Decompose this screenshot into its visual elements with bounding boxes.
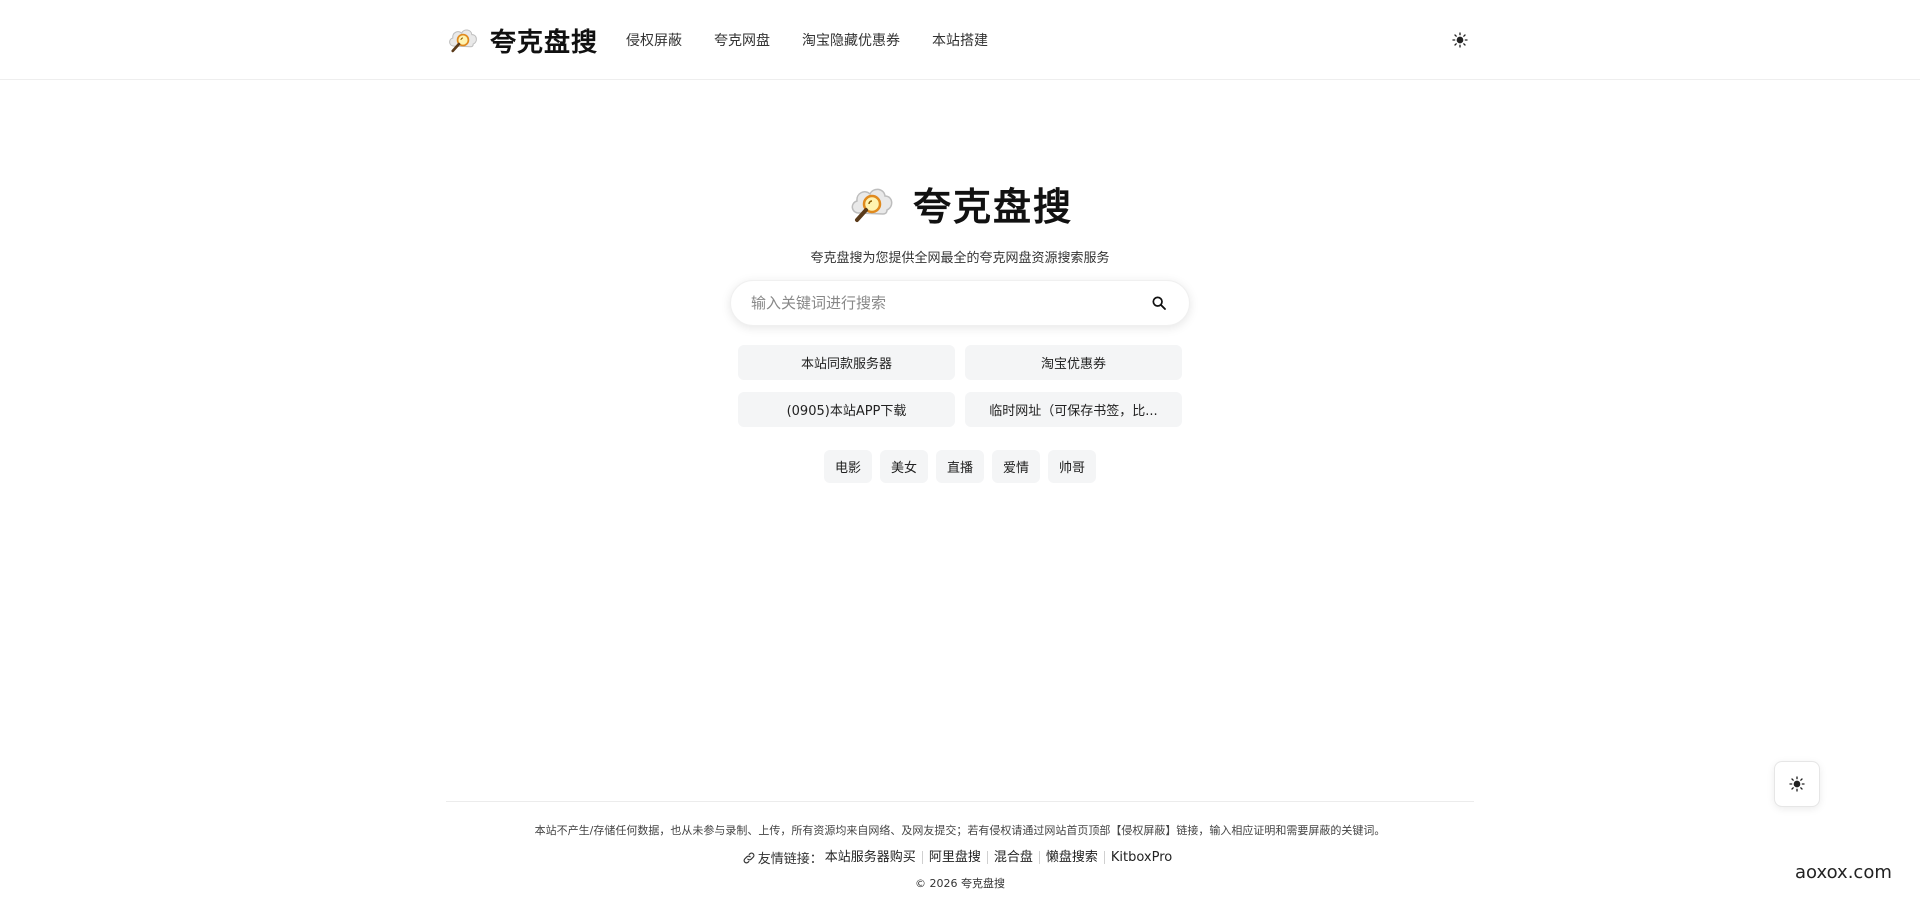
hero-title-row: 夸克盘搜 — [0, 176, 1920, 231]
friend-links-label: 友情链接： — [757, 852, 823, 867]
friend-link-server-purchase[interactable]: 本站服务器购买 — [823, 851, 922, 864]
quick-link-label: 淘宝优惠券 — [1040, 357, 1106, 372]
sun-icon — [1789, 776, 1805, 792]
site-name: 夸克盘搜 — [490, 27, 599, 58]
quick-link-label: (0905)本站APP下载 — [786, 404, 907, 419]
nav-item-infringement-block[interactable]: 侵权屏蔽 — [626, 30, 682, 50]
tag-movie[interactable]: 电影 — [823, 450, 872, 483]
sun-icon — [1452, 32, 1468, 48]
nav-item-site-setup[interactable]: 本站搭建 — [932, 30, 988, 50]
nav-item-taobao-coupons[interactable]: 淘宝隐藏优惠券 — [802, 30, 900, 50]
tag-romance[interactable]: 爱情 — [992, 450, 1041, 483]
quick-link-label: 临时网址（可保存书签，比... — [989, 404, 1158, 419]
quick-link-label: 本站同款服务器 — [800, 357, 892, 372]
friend-links: 友情链接： 本站服务器购买 阿里盘搜 混合盘 懒盘搜索 KitboxPro — [0, 848, 1920, 867]
site-header: 夸克盘搜 侵权屏蔽 夸克网盘 淘宝隐藏优惠券 本站搭建 — [0, 0, 1920, 80]
friend-link-lanpan-search[interactable]: 懒盘搜索 — [1038, 851, 1104, 864]
tag-live[interactable]: 直播 — [935, 450, 984, 483]
footer-divider — [446, 801, 1474, 802]
floating-theme-toggle-button[interactable] — [1774, 761, 1820, 807]
tag-handsome[interactable]: 帅哥 — [1048, 450, 1097, 483]
hero-title: 夸克盘搜 — [912, 185, 1073, 229]
cloud-magnifier-icon — [851, 188, 893, 222]
watermark: aoxox.com — [1795, 862, 1892, 883]
hero-subtitle: 夸克盘搜为您提供全网最全的夸克网盘资源搜索服务 — [810, 251, 1110, 266]
footer-disclaimer: 本站不产生/存储任何数据，也从未参与录制、上传，所有资源均来自网络、及网友提交；… — [534, 824, 1386, 837]
search-box — [730, 280, 1190, 326]
quick-link-temporary-url[interactable]: 临时网址（可保存书签，比... — [965, 392, 1182, 427]
main-nav: 侵权屏蔽 夸克网盘 淘宝隐藏优惠券 本站搭建 — [626, 30, 1020, 50]
quick-link-app-download[interactable]: (0905)本站APP下载 — [738, 392, 955, 427]
home-logo-link[interactable]: 夸克盘搜 — [446, 22, 598, 59]
friend-link-kitboxpro[interactable]: KitboxPro — [1103, 851, 1178, 864]
cloud-magnifier-icon — [449, 29, 477, 53]
quick-link-taobao-coupon[interactable]: 淘宝优惠券 — [965, 345, 1182, 380]
search-icon — [1152, 296, 1166, 310]
quick-link-same-server[interactable]: 本站同款服务器 — [738, 345, 955, 380]
friend-link-ali-pansou[interactable]: 阿里盘搜 — [921, 851, 987, 864]
search-input[interactable] — [749, 293, 1147, 313]
friend-link-hunhepan[interactable]: 混合盘 — [986, 851, 1039, 864]
footer-copyright: © 2026 夸克盘搜 — [915, 877, 1005, 890]
hot-tags: 电影 美女 直播 爱情 帅哥 — [0, 450, 1920, 483]
quick-links: 本站同款服务器 淘宝优惠券 (0905)本站APP下载 临时网址（可保存书签，比… — [738, 345, 1182, 427]
nav-item-quark-drive[interactable]: 夸克网盘 — [714, 30, 770, 50]
tag-beauty[interactable]: 美女 — [879, 450, 928, 483]
hero: 夸克盘搜 夸克盘搜为您提供全网最全的夸克网盘资源搜索服务 — [0, 176, 1920, 266]
link-icon — [742, 851, 756, 865]
search-button[interactable] — [1147, 291, 1171, 315]
header-inner: 夸克盘搜 侵权屏蔽 夸克网盘 淘宝隐藏优惠券 本站搭建 — [446, 0, 1474, 80]
theme-toggle-button[interactable] — [1446, 26, 1474, 54]
